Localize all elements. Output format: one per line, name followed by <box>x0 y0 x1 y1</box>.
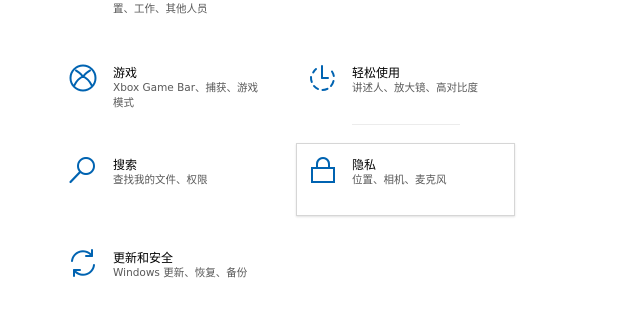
tile-privacy-desc: 位置、相机、麦克风 <box>352 174 447 186</box>
xbox-icon <box>69 64 97 92</box>
lock-icon <box>311 157 335 183</box>
tile-search-title: 搜索 <box>113 158 138 172</box>
tile-update-security-title: 更新和安全 <box>113 251 174 265</box>
tile-gaming[interactable]: 游戏 Xbox Game Bar、捕获、游戏模式 <box>68 63 268 113</box>
tile-privacy[interactable]: 隐私 位置、相机、麦克风 <box>309 155 509 195</box>
tile-time-language-desc-partial: · · <box>352 0 362 7</box>
divider <box>352 124 460 125</box>
tile-ease-of-access-title: 轻松使用 <box>352 66 401 80</box>
search-icon <box>69 157 95 184</box>
ease-of-access-icon <box>309 65 335 91</box>
tile-update-security[interactable]: 更新和安全 Windows 更新、恢复、备份 <box>68 248 288 288</box>
tile-ease-of-access-desc: 讲述人、放大镜、高对比度 <box>352 82 478 94</box>
tile-search-desc: 查找我的文件、权限 <box>113 174 208 186</box>
sync-icon <box>71 249 95 277</box>
tile-gaming-desc: Xbox Game Bar、捕获、游戏模式 <box>113 82 259 109</box>
tile-update-security-desc: Windows 更新、恢复、备份 <box>113 267 248 279</box>
tile-privacy-title: 隐私 <box>352 158 377 172</box>
tile-accounts-desc-partial: 置、工作、其他人员 <box>113 3 208 15</box>
tile-gaming-title: 游戏 <box>113 66 138 80</box>
tile-ease-of-access[interactable]: 轻松使用 讲述人、放大镜、高对比度 <box>307 63 527 103</box>
tile-search[interactable]: 搜索 查找我的文件、权限 <box>68 155 268 195</box>
